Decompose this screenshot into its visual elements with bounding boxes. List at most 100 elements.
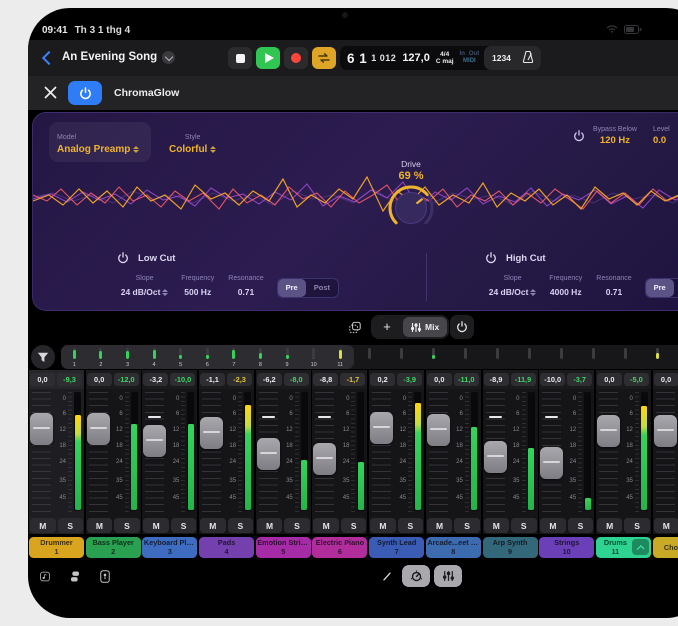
play-button[interactable] (256, 47, 280, 69)
record-button[interactable] (284, 47, 308, 69)
track-tab[interactable]: Emotion Strings5 (256, 537, 311, 558)
solo-button[interactable]: S (114, 518, 140, 533)
track-tab[interactable]: Chorus V (653, 537, 678, 558)
style-selector[interactable]: Style Colorful (169, 126, 216, 155)
pre-button[interactable]: Pre (646, 279, 674, 297)
mute-button[interactable]: M (540, 518, 566, 533)
overview-channel[interactable]: 9 (274, 345, 301, 369)
bypass-value[interactable]: 120 Hz (600, 135, 630, 146)
overview-channel[interactable]: 11 (327, 345, 354, 369)
mixer-power-button[interactable] (450, 315, 474, 339)
back-chevron-icon[interactable] (42, 51, 56, 65)
solo-button[interactable]: S (58, 518, 84, 533)
solo-button[interactable]: S (171, 518, 197, 533)
overview-channel[interactable]: 3 (114, 345, 141, 369)
play-surface-button[interactable] (94, 565, 116, 587)
fader-handle[interactable] (200, 417, 223, 449)
close-icon[interactable] (44, 86, 57, 99)
fader-handle[interactable] (30, 413, 53, 445)
mute-button[interactable]: M (313, 518, 339, 533)
solo-button[interactable]: S (341, 518, 367, 533)
song-title[interactable]: An Evening Song (62, 51, 157, 63)
mute-button[interactable]: M (87, 518, 113, 533)
mute-button[interactable]: M (370, 518, 396, 533)
overview-channel[interactable] (546, 345, 578, 369)
solo-button[interactable]: S (568, 518, 594, 533)
high-cut-resonance-control[interactable]: Resonance 0.71 (591, 275, 636, 300)
mute-button[interactable]: M (597, 518, 623, 533)
overview-channel[interactable]: 4 (141, 345, 168, 369)
track-tab[interactable]: Arp Synth9 (483, 537, 538, 558)
solo-button[interactable]: S (454, 518, 480, 533)
low-cut-slope-control[interactable]: Slope 24 dB/Oct (117, 275, 172, 300)
track-tab[interactable]: Pads4 (199, 537, 254, 558)
duplicate-button[interactable] (343, 315, 367, 339)
overview-channel[interactable]: 7 (221, 345, 248, 369)
drive-knob[interactable] (386, 183, 436, 233)
overview-channel[interactable]: 6 (194, 345, 221, 369)
sound-library-button[interactable] (64, 565, 86, 587)
mute-button[interactable]: M (143, 518, 169, 533)
mute-button[interactable]: M (200, 518, 226, 533)
overview-channel[interactable] (642, 345, 674, 369)
song-title-chevron-button[interactable] (162, 51, 175, 64)
overview-channel[interactable] (450, 345, 482, 369)
filter-button[interactable] (31, 345, 55, 369)
overview-channel[interactable]: 2 (88, 345, 115, 369)
pre-button[interactable]: Pre (278, 279, 306, 297)
add-plugin-button[interactable]: + (373, 317, 401, 337)
level-value[interactable]: 0.0 (653, 135, 670, 146)
mute-button[interactable]: M (30, 518, 56, 533)
post-button[interactable]: Post (306, 279, 338, 297)
track-tab[interactable]: Arcade...eet Pad8 (426, 537, 481, 558)
solo-button[interactable]: S (624, 518, 650, 533)
overview-channel[interactable]: 10 (300, 345, 327, 369)
overview-channel[interactable] (610, 345, 642, 369)
fader-handle[interactable] (654, 415, 677, 447)
overview-channel[interactable]: 1 (61, 345, 88, 369)
mix-button[interactable]: Mix (403, 317, 447, 337)
overview-highlight[interactable]: 1234567891011 (61, 345, 354, 369)
track-tab[interactable]: Bass Player2 (86, 537, 141, 558)
solo-button[interactable]: S (228, 518, 254, 533)
high-cut-frequency-control[interactable]: Frequency 4000 Hz (540, 275, 591, 300)
fader-handle[interactable] (143, 425, 166, 457)
fader-handle[interactable] (313, 443, 336, 475)
overview-channel[interactable] (482, 345, 514, 369)
low-cut-frequency-control[interactable]: Frequency 500 Hz (172, 275, 223, 300)
solo-button[interactable]: S (398, 518, 424, 533)
track-tab[interactable]: Strings10 (539, 537, 594, 558)
overview-channel[interactable] (578, 345, 610, 369)
low-cut-power-button[interactable] (117, 252, 129, 264)
overview-channel[interactable]: 5 (167, 345, 194, 369)
fader-handle[interactable] (597, 415, 620, 447)
mixer-view-button[interactable] (434, 565, 462, 587)
overview-channel[interactable]: 8 (247, 345, 274, 369)
fader-handle[interactable] (370, 412, 393, 444)
post-button[interactable]: Post (674, 279, 678, 297)
mute-button[interactable]: M (484, 518, 510, 533)
track-tab[interactable]: Keyboard Player3 (142, 537, 197, 558)
fader-handle[interactable] (427, 414, 450, 446)
stop-button[interactable] (228, 47, 252, 69)
bypass-power-button[interactable] (573, 130, 585, 142)
overview-channel[interactable] (514, 345, 546, 369)
plugin-power-button[interactable] (68, 81, 102, 105)
controls-view-button[interactable] (402, 565, 430, 587)
high-cut-power-button[interactable] (485, 252, 497, 264)
metronome-button[interactable] (519, 50, 537, 66)
overview-channel[interactable] (418, 345, 450, 369)
solo-button[interactable]: S (284, 518, 310, 533)
collapse-chevron-button[interactable] (632, 539, 649, 555)
track-tab[interactable]: Drummer1 (29, 537, 84, 558)
fader-handle[interactable] (257, 438, 280, 470)
fader-handle[interactable] (484, 441, 507, 473)
overview-strip[interactable]: 1234567891011 (61, 345, 678, 369)
low-cut-resonance-control[interactable]: Resonance 0.71 (223, 275, 268, 300)
cycle-button[interactable] (312, 47, 336, 69)
track-tab[interactable]: Electric Piano6 (312, 537, 367, 558)
track-tab[interactable]: Synth Lead7 (369, 537, 424, 558)
lcd-display[interactable]: 6 1 1 012 127,0 4/4 C maj In Out MIDI (340, 46, 494, 70)
count-in-button[interactable]: 1234 (488, 53, 515, 63)
mute-button[interactable]: M (257, 518, 283, 533)
